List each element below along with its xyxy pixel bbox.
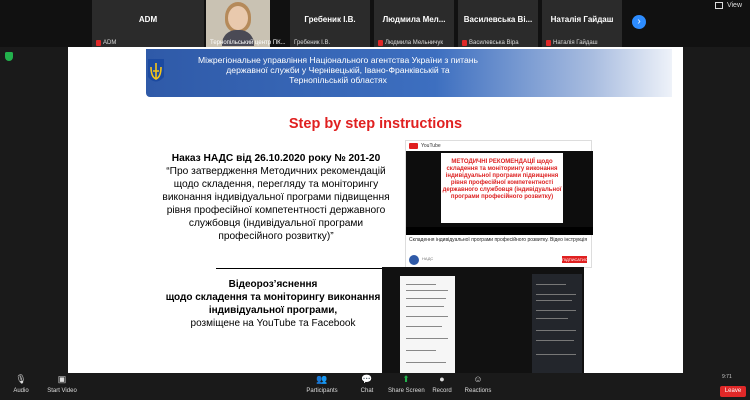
participant-tile-self[interactable]: Тернопільський центр ПК...	[206, 0, 286, 47]
order-text: “Про затвердження Методичних рекомендаці…	[162, 166, 390, 242]
security-shield-icon[interactable]	[5, 52, 13, 61]
slide-title: Step by step instructions	[288, 116, 463, 132]
video-explanation: Відеороз’яснення щодо складення та моніт…	[160, 278, 386, 330]
facebook-screenshot	[382, 267, 584, 375]
facebook-post-thumbnail	[532, 274, 582, 374]
channel-name: НАДС	[422, 256, 434, 261]
share-screen-button[interactable]: ⬆ Share Screen	[388, 373, 425, 395]
youtube-caption: Складення індивідуальної програми профес…	[409, 237, 588, 243]
clock-time: 9:71	[722, 374, 732, 380]
mic-muted-icon	[378, 40, 383, 46]
mic-muted-icon	[546, 40, 551, 46]
coat-of-arms-icon	[148, 59, 164, 82]
channel-avatar	[409, 255, 419, 265]
subscribe-badge: ПІДПИСАТИСЯ	[562, 256, 591, 263]
participant-name: Наталія Гайдаш	[550, 15, 614, 24]
meeting-toolbar: 🎙 Audio ▣ Start Video 👥 Participants 💬 C…	[0, 373, 750, 400]
leave-button[interactable]: Leave	[720, 386, 746, 397]
record-button[interactable]: ● Record	[428, 374, 456, 394]
participant-label: ADM	[103, 40, 117, 46]
participant-strip: ADM ADM Тернопільський центр ПК... Гребе…	[0, 0, 750, 47]
zoom-window: ADM ADM Тернопільський центр ПК... Гребе…	[0, 0, 750, 400]
order-heading: Наказ НАДС від 26.10.2020 року № 201-20	[171, 153, 381, 164]
video-line-2: щодо складення та моніторингу виконання …	[165, 292, 381, 316]
microphone-muted-icon: 🎙	[15, 373, 27, 384]
youtube-logo-icon	[409, 143, 418, 149]
participant-tile-grebenyk[interactable]: Гребеник І.В. Гребеник І.В.	[290, 0, 370, 47]
participant-tile-vasylevska[interactable]: Василевська Ві... Василевська Віра	[458, 0, 538, 47]
agency-banner: Міжрегіональне управління Національного …	[146, 49, 672, 97]
participant-label: Наталія Гайдаш	[553, 40, 598, 46]
mic-muted-icon	[96, 40, 101, 46]
participant-name: Василевська Ві...	[463, 15, 533, 24]
shared-screen-slide: Міжрегіональне управління Національного …	[68, 47, 683, 375]
video-frame-text: МЕТОДИЧНІ РЕКОМЕНДАЦІЇ щодо складення та…	[442, 159, 562, 200]
record-icon: ●	[439, 374, 445, 384]
document-thumbnail	[400, 276, 455, 373]
view-label: View	[726, 2, 742, 9]
divider	[216, 268, 388, 269]
share-screen-icon: ⬆	[402, 373, 410, 384]
mic-muted-icon	[462, 40, 467, 46]
participant-name: Людмила Мел...	[382, 15, 446, 24]
participant-label: Тернопільський центр ПК...	[210, 40, 286, 46]
participant-label: Гребеник І.В.	[294, 40, 331, 46]
participant-label: Василевська Віра	[469, 40, 519, 46]
participant-tile-liudmyla[interactable]: Людмила Мел... Людмила Мельничук	[374, 0, 454, 47]
chat-icon: 💬	[361, 373, 373, 384]
participant-name: ADM	[138, 15, 158, 24]
reactions-button[interactable]: ☺ Reactions	[462, 374, 494, 394]
reactions-icon: ☺	[473, 374, 483, 384]
chat-button[interactable]: 💬 Chat	[354, 373, 380, 395]
participant-label: Людмила Мельничук	[385, 40, 444, 46]
audio-button[interactable]: 🎙 Audio	[8, 373, 34, 395]
camera-off-icon: ▣	[57, 373, 67, 384]
video-line-1: Відеороз’яснення	[228, 279, 318, 290]
grid-view-icon	[714, 2, 723, 9]
participants-button[interactable]: 👥 Participants	[302, 373, 342, 395]
start-video-button[interactable]: ▣ Start Video	[44, 373, 80, 395]
agency-name: Міжрегіональне управління Національного …	[198, 55, 479, 85]
video-line-3: розміщене на YouTube та Facebook	[190, 318, 356, 329]
participant-video	[220, 2, 256, 46]
participant-tile-nataliia[interactable]: Наталія Гайдаш Наталія Гайдаш	[542, 0, 622, 47]
participants-icon: 👥	[316, 373, 328, 384]
participant-tile-adm[interactable]: ADM ADM	[92, 0, 204, 47]
youtube-brand: YouTube	[421, 143, 441, 149]
next-participants-button[interactable]: ›	[632, 15, 646, 29]
order-block: Наказ НАДС від 26.10.2020 року № 201-20 …	[156, 152, 396, 243]
youtube-screenshot: YouTube МЕТОДИЧНІ РЕКОМЕНДАЦІЇ щодо скла…	[405, 140, 593, 268]
view-control[interactable]: View	[714, 2, 742, 9]
video-controls	[406, 227, 593, 235]
participant-name: Гребеник І.В.	[304, 15, 356, 24]
youtube-video-player: МЕТОДИЧНІ РЕКОМЕНДАЦІЇ щодо складення та…	[406, 151, 593, 235]
